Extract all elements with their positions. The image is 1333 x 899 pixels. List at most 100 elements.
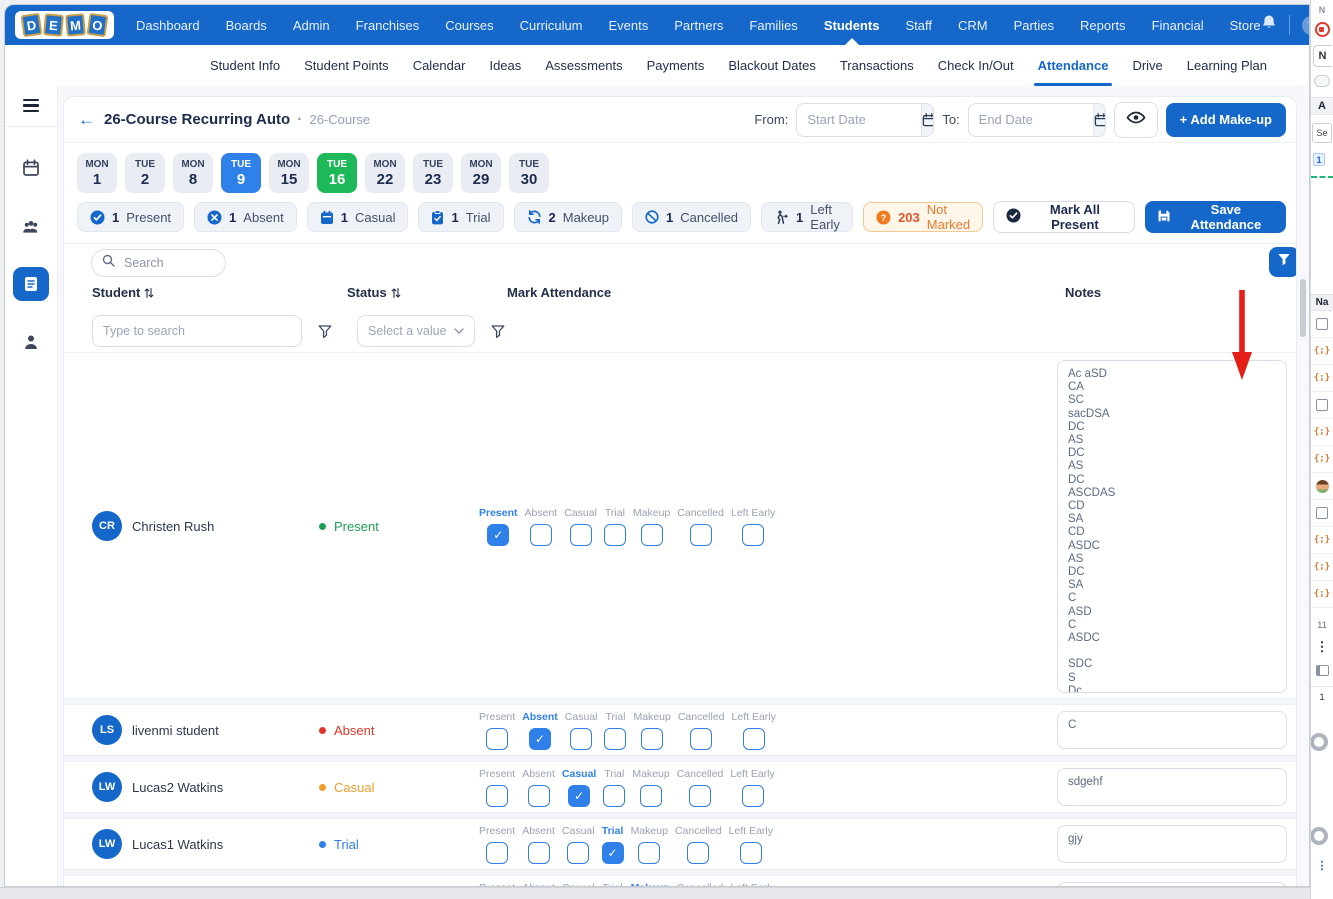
nav-item-parties[interactable]: Parties bbox=[1014, 5, 1054, 45]
checkbox-casual[interactable]: ✓ bbox=[568, 784, 591, 807]
checkbox-left-early[interactable] bbox=[741, 784, 764, 807]
checkbox-trial[interactable] bbox=[604, 727, 627, 750]
nav-item-staff[interactable]: Staff bbox=[905, 5, 932, 45]
status-filter-select[interactable]: Select a value bbox=[357, 315, 475, 347]
subnav-item-assessments[interactable]: Assessments bbox=[545, 45, 622, 86]
note-textarea[interactable]: Ac aSD CA SC sacDSA DC AS DC AS DC ASCDA… bbox=[1057, 360, 1287, 693]
checkbox-cancelled[interactable] bbox=[689, 523, 712, 546]
nav-item-reports[interactable]: Reports bbox=[1080, 5, 1126, 45]
checkbox-casual[interactable] bbox=[569, 523, 592, 546]
note-textarea[interactable]: sdgehf bbox=[1057, 768, 1287, 806]
bell-icon[interactable] bbox=[1261, 14, 1277, 36]
checkbox-present[interactable]: ✓ bbox=[487, 523, 510, 546]
column-student[interactable]: Student bbox=[92, 285, 154, 300]
note-textarea[interactable]: gjy bbox=[1057, 825, 1287, 863]
checkbox-trial[interactable] bbox=[603, 523, 626, 546]
summary-chip-cancelled[interactable]: 1 Cancelled bbox=[631, 202, 752, 232]
subnav-item-calendar[interactable]: Calendar bbox=[413, 45, 466, 86]
add-makeup-button[interactable]: + Add Make-up bbox=[1165, 102, 1286, 137]
floating-button-cutoff[interactable] bbox=[1311, 733, 1328, 751]
note-textarea[interactable]: jkyu bbox=[1057, 882, 1287, 886]
demo-logo[interactable]: DEMO bbox=[15, 11, 114, 39]
subnav-item-learning-plan[interactable]: Learning Plan bbox=[1187, 45, 1267, 86]
table-filter-button[interactable] bbox=[1269, 247, 1296, 277]
date-chip-mon-22[interactable]: MON 22 bbox=[365, 153, 405, 193]
nav-item-families[interactable]: Families bbox=[749, 5, 797, 45]
summary-chip-trial[interactable]: 1 Trial bbox=[418, 202, 504, 232]
summary-chip-casual[interactable]: 1 Casual bbox=[306, 202, 409, 232]
column-status[interactable]: Status bbox=[347, 285, 401, 300]
nav-item-curriculum[interactable]: Curriculum bbox=[520, 5, 583, 45]
checkbox-makeup[interactable] bbox=[641, 727, 664, 750]
checkbox-present[interactable] bbox=[486, 727, 509, 750]
panel-checkbox[interactable] bbox=[1316, 318, 1328, 330]
checkbox-absent[interactable] bbox=[527, 784, 550, 807]
funnel-icon[interactable] bbox=[487, 320, 509, 342]
start-date-input[interactable] bbox=[797, 112, 922, 127]
floating-button-cutoff[interactable] bbox=[1311, 827, 1328, 845]
date-chip-mon-8[interactable]: MON 8 bbox=[173, 153, 213, 193]
calendar-icon[interactable] bbox=[921, 103, 934, 136]
date-chip-tue-23[interactable]: TUE 23 bbox=[413, 153, 453, 193]
checkbox-present[interactable] bbox=[486, 784, 509, 807]
nav-item-boards[interactable]: Boards bbox=[226, 5, 267, 45]
date-chip-tue-9[interactable]: TUE 9 bbox=[221, 153, 261, 193]
checkbox-left-early[interactable] bbox=[742, 727, 765, 750]
date-chip-tue-30[interactable]: TUE 30 bbox=[509, 153, 549, 193]
calendar-icon[interactable] bbox=[1092, 103, 1105, 136]
checkbox-left-early[interactable] bbox=[739, 841, 762, 864]
checkbox-cancelled[interactable] bbox=[690, 727, 713, 750]
checkbox-cancelled[interactable] bbox=[687, 841, 710, 864]
nav-item-admin[interactable]: Admin bbox=[293, 5, 330, 45]
panel-checkbox[interactable] bbox=[1316, 507, 1328, 519]
date-chip-tue-16[interactable]: TUE 16 bbox=[317, 153, 357, 193]
nav-item-crm[interactable]: CRM bbox=[958, 5, 988, 45]
groups-sidebar-icon[interactable] bbox=[13, 209, 49, 243]
summary-chip-makeup[interactable]: 2 Makeup bbox=[513, 202, 622, 232]
search-field[interactable] bbox=[91, 249, 226, 277]
attendance-book-sidebar-icon[interactable] bbox=[13, 267, 49, 302]
hamburger-menu-icon[interactable] bbox=[23, 99, 39, 113]
subnav-item-ideas[interactable]: Ideas bbox=[489, 45, 521, 86]
subnav-item-attendance[interactable]: Attendance bbox=[1033, 45, 1113, 86]
search-input[interactable] bbox=[122, 255, 215, 271]
nav-item-franchises[interactable]: Franchises bbox=[356, 5, 420, 45]
help-icon[interactable]: ? bbox=[1301, 15, 1309, 35]
panel-checkbox[interactable] bbox=[1316, 399, 1328, 411]
calendar-sidebar-icon[interactable] bbox=[13, 151, 49, 185]
date-chip-mon-1[interactable]: MON 1 bbox=[77, 153, 117, 193]
subnav-item-transactions[interactable]: Transactions bbox=[840, 45, 914, 86]
nav-item-dashboard[interactable]: Dashboard bbox=[136, 5, 200, 45]
summary-chip-absent[interactable]: 1 Absent bbox=[194, 202, 297, 232]
subnav-item-payments[interactable]: Payments bbox=[647, 45, 705, 86]
panel-record[interactable] bbox=[1314, 22, 1330, 37]
date-chip-mon-15[interactable]: MON 15 bbox=[269, 153, 309, 193]
back-arrow-icon[interactable]: ← bbox=[78, 110, 95, 130]
note-textarea[interactable]: C bbox=[1057, 711, 1287, 749]
scrollbar-thumb[interactable] bbox=[1300, 279, 1306, 337]
checkbox-trial[interactable] bbox=[603, 784, 626, 807]
checkbox-casual[interactable] bbox=[567, 841, 590, 864]
checkbox-absent[interactable] bbox=[527, 841, 550, 864]
checkbox-cancelled[interactable] bbox=[689, 784, 712, 807]
start-date-field[interactable] bbox=[796, 102, 935, 137]
view-toggle-button[interactable] bbox=[1113, 101, 1158, 138]
summary-chip-not-marked[interactable]: ? 203 Not Marked bbox=[863, 202, 984, 232]
checkbox-makeup[interactable] bbox=[638, 841, 661, 864]
student-filter-input[interactable] bbox=[92, 315, 302, 347]
nav-item-store[interactable]: Store bbox=[1230, 5, 1261, 45]
nav-item-events[interactable]: Events bbox=[609, 5, 649, 45]
subnav-item-student-points[interactable]: Student Points bbox=[304, 45, 389, 86]
subnav-item-check-in-out[interactable]: Check In/Out bbox=[938, 45, 1014, 86]
checkbox-trial[interactable]: ✓ bbox=[601, 841, 624, 864]
date-chip-tue-2[interactable]: TUE 2 bbox=[125, 153, 165, 193]
mark-all-present-button[interactable]: Mark All Present bbox=[993, 201, 1135, 233]
subnav-item-student-info[interactable]: Student Info bbox=[210, 45, 280, 86]
nav-item-courses[interactable]: Courses bbox=[445, 5, 493, 45]
checkbox-casual[interactable] bbox=[570, 727, 593, 750]
save-attendance-button[interactable]: Save Attendance bbox=[1144, 201, 1286, 233]
nav-item-students[interactable]: Students bbox=[824, 5, 880, 45]
end-date-field[interactable] bbox=[967, 102, 1106, 137]
nav-item-partners[interactable]: Partners bbox=[674, 5, 723, 45]
end-date-input[interactable] bbox=[968, 112, 1093, 127]
